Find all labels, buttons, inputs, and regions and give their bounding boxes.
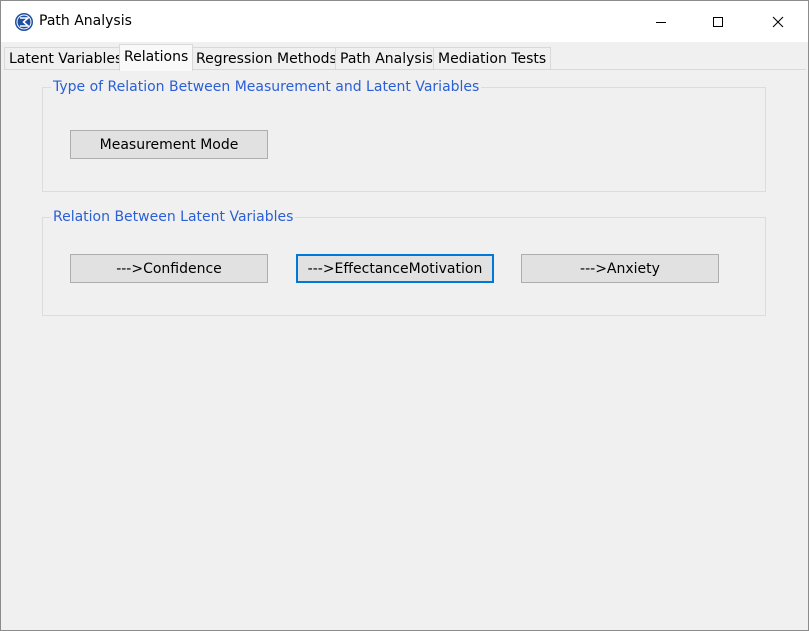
tab-strip: Latent Variables Relations Regression Me… bbox=[4, 44, 807, 71]
maximize-icon bbox=[713, 16, 723, 27]
path-analysis-window: Path Analysis Latent Variables Relations bbox=[0, 0, 809, 631]
title-bar[interactable]: Path Analysis bbox=[1, 1, 808, 42]
tab-label: Path Analysis bbox=[340, 51, 433, 67]
window-title: Path Analysis bbox=[39, 13, 132, 29]
minimize-button[interactable] bbox=[638, 1, 684, 42]
confidence-relation-button[interactable]: --->Confidence bbox=[70, 254, 268, 283]
close-button[interactable] bbox=[755, 1, 801, 42]
tab-mediation-tests[interactable]: Mediation Tests bbox=[433, 47, 552, 70]
effectance-motivation-relation-button[interactable]: --->EffectanceMotivation bbox=[296, 254, 494, 283]
maximize-button[interactable] bbox=[695, 1, 741, 42]
tab-label: Mediation Tests bbox=[438, 51, 547, 67]
measurement-mode-button[interactable]: Measurement Mode bbox=[70, 130, 268, 159]
latent-group-title: Relation Between Latent Variables bbox=[51, 209, 296, 225]
tab-regression-methods[interactable]: Regression Methods bbox=[191, 47, 342, 70]
tab-latent-variables[interactable]: Latent Variables bbox=[4, 47, 128, 70]
tab-label: Regression Methods bbox=[196, 51, 337, 67]
anxiety-relation-button[interactable]: --->Anxiety bbox=[521, 254, 719, 283]
tab-relations[interactable]: Relations bbox=[119, 44, 194, 71]
app-icon bbox=[15, 13, 33, 31]
close-icon bbox=[772, 16, 784, 27]
tab-label: Latent Variables bbox=[9, 51, 123, 67]
tab-label: Relations bbox=[124, 49, 189, 65]
measurement-group-title: Type of Relation Between Measurement and… bbox=[51, 79, 482, 95]
tab-path-analysis[interactable]: Path Analysis bbox=[335, 47, 438, 70]
minimize-icon bbox=[656, 21, 666, 23]
